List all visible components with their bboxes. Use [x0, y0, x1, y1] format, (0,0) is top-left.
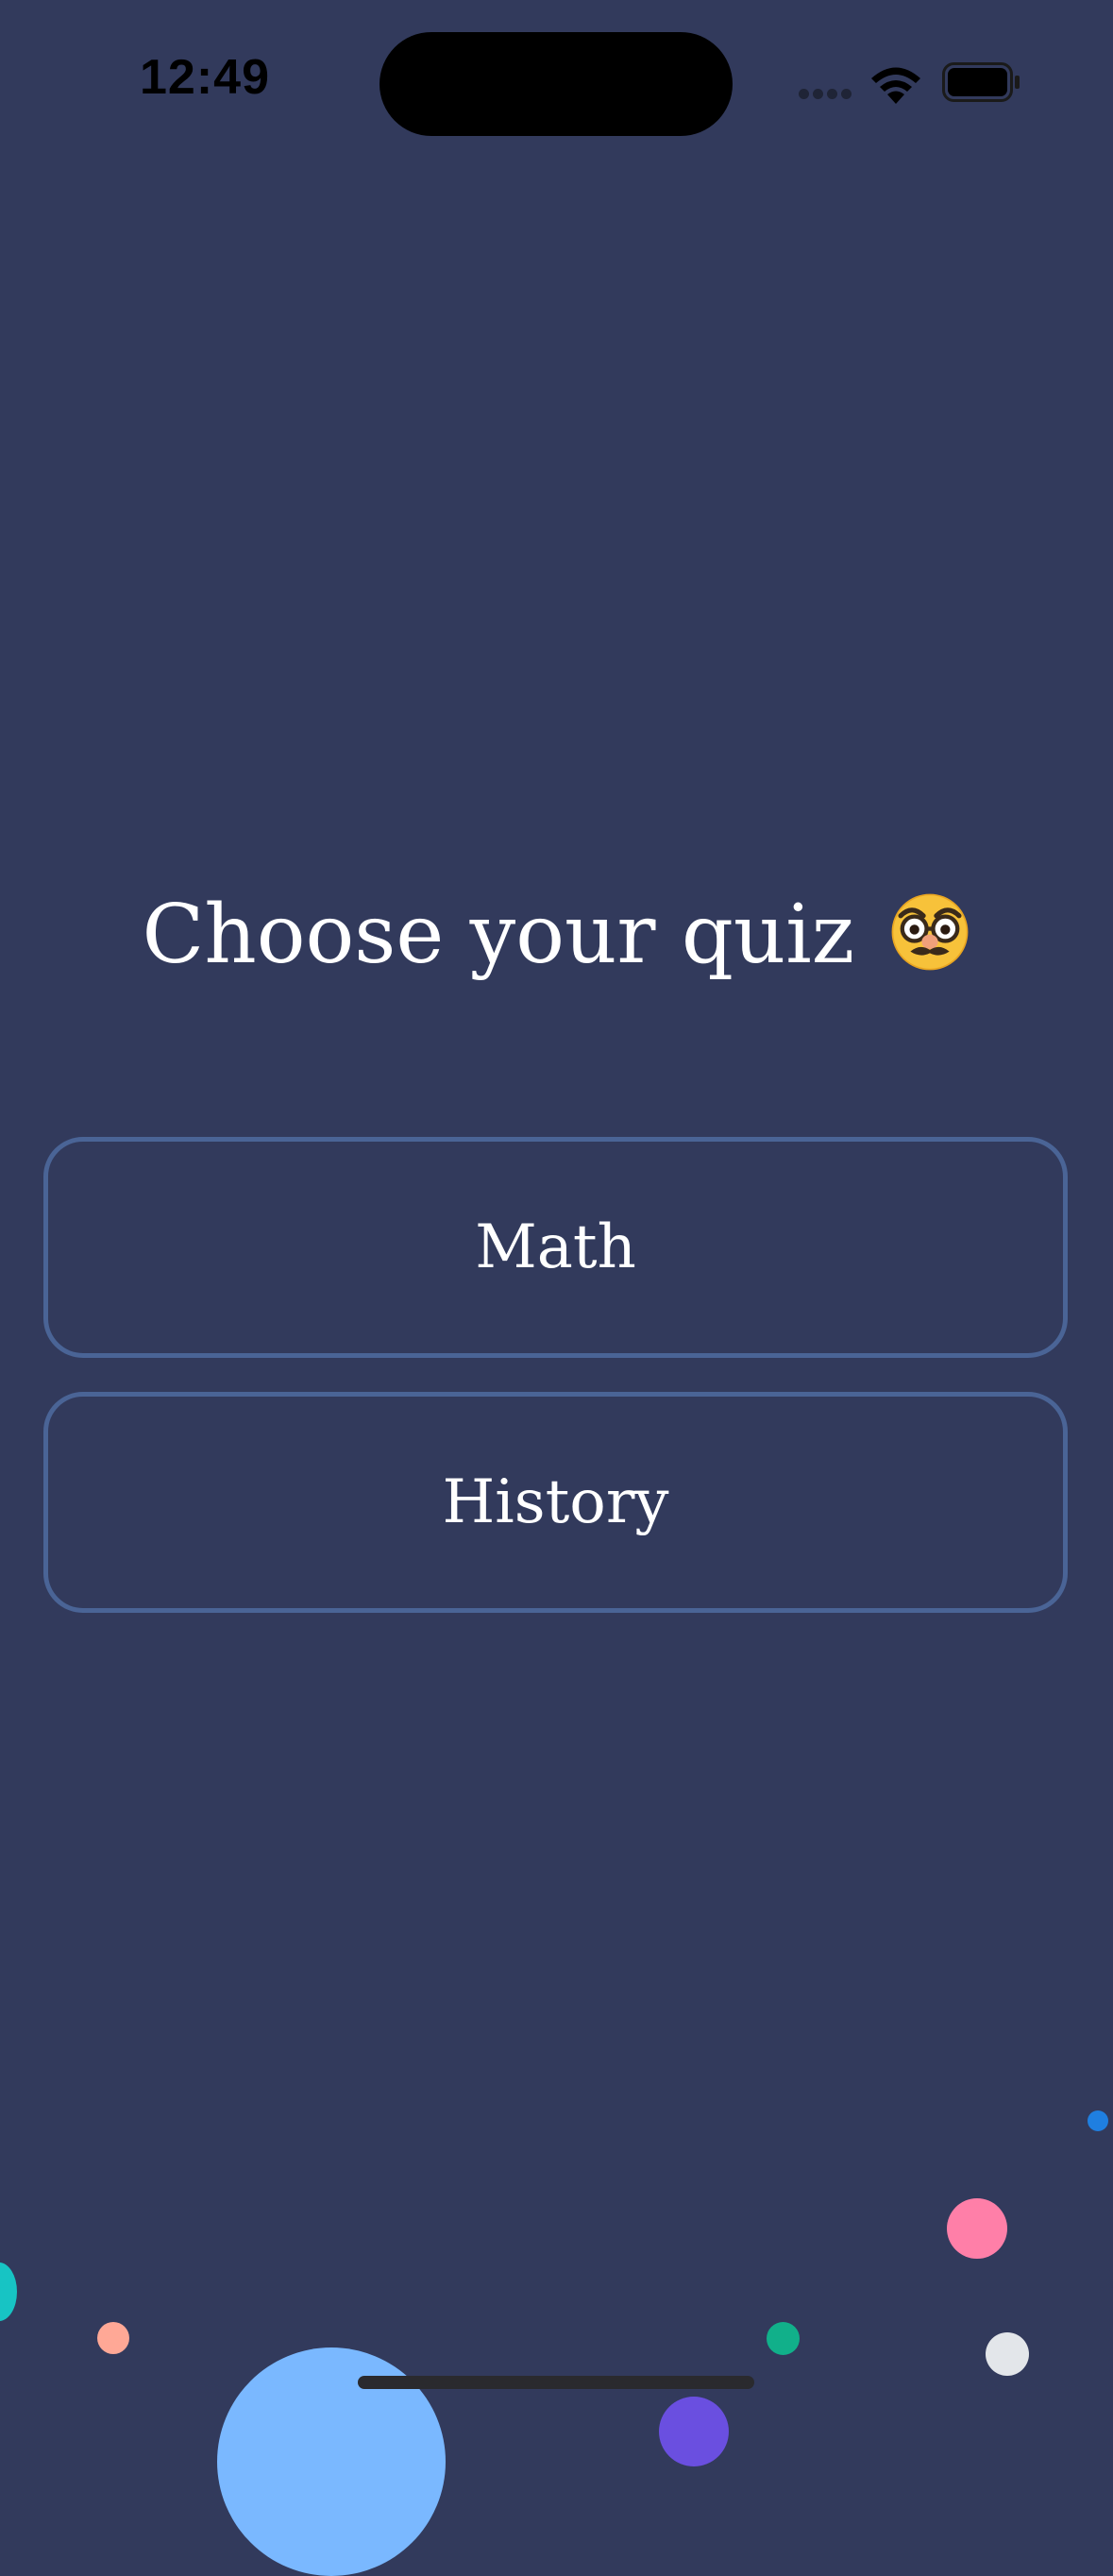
home-indicator[interactable]	[358, 2376, 754, 2389]
math-quiz-label: Math	[475, 1212, 636, 1282]
confetti-dot	[659, 2397, 729, 2466]
title-text: Choose your quiz	[142, 888, 855, 982]
confetti-dot	[0, 2262, 17, 2321]
confetti-dot	[1088, 2110, 1108, 2131]
confetti-dot	[767, 2322, 800, 2355]
confetti-dot	[986, 2332, 1029, 2376]
history-quiz-label: History	[442, 1467, 669, 1537]
disguised-face-icon	[892, 893, 969, 970]
dynamic-island	[379, 32, 733, 136]
wifi-icon	[871, 67, 920, 104]
battery-icon	[942, 62, 1020, 102]
confetti-dot	[947, 2198, 1007, 2259]
status-time: 12:49	[140, 50, 270, 105]
confetti-dot	[97, 2322, 129, 2354]
math-quiz-button[interactable]: Math	[43, 1137, 1068, 1358]
cellular-signal-icon	[799, 89, 855, 102]
page-title: Choose your quiz	[0, 888, 1113, 982]
history-quiz-button[interactable]: History	[43, 1392, 1068, 1613]
